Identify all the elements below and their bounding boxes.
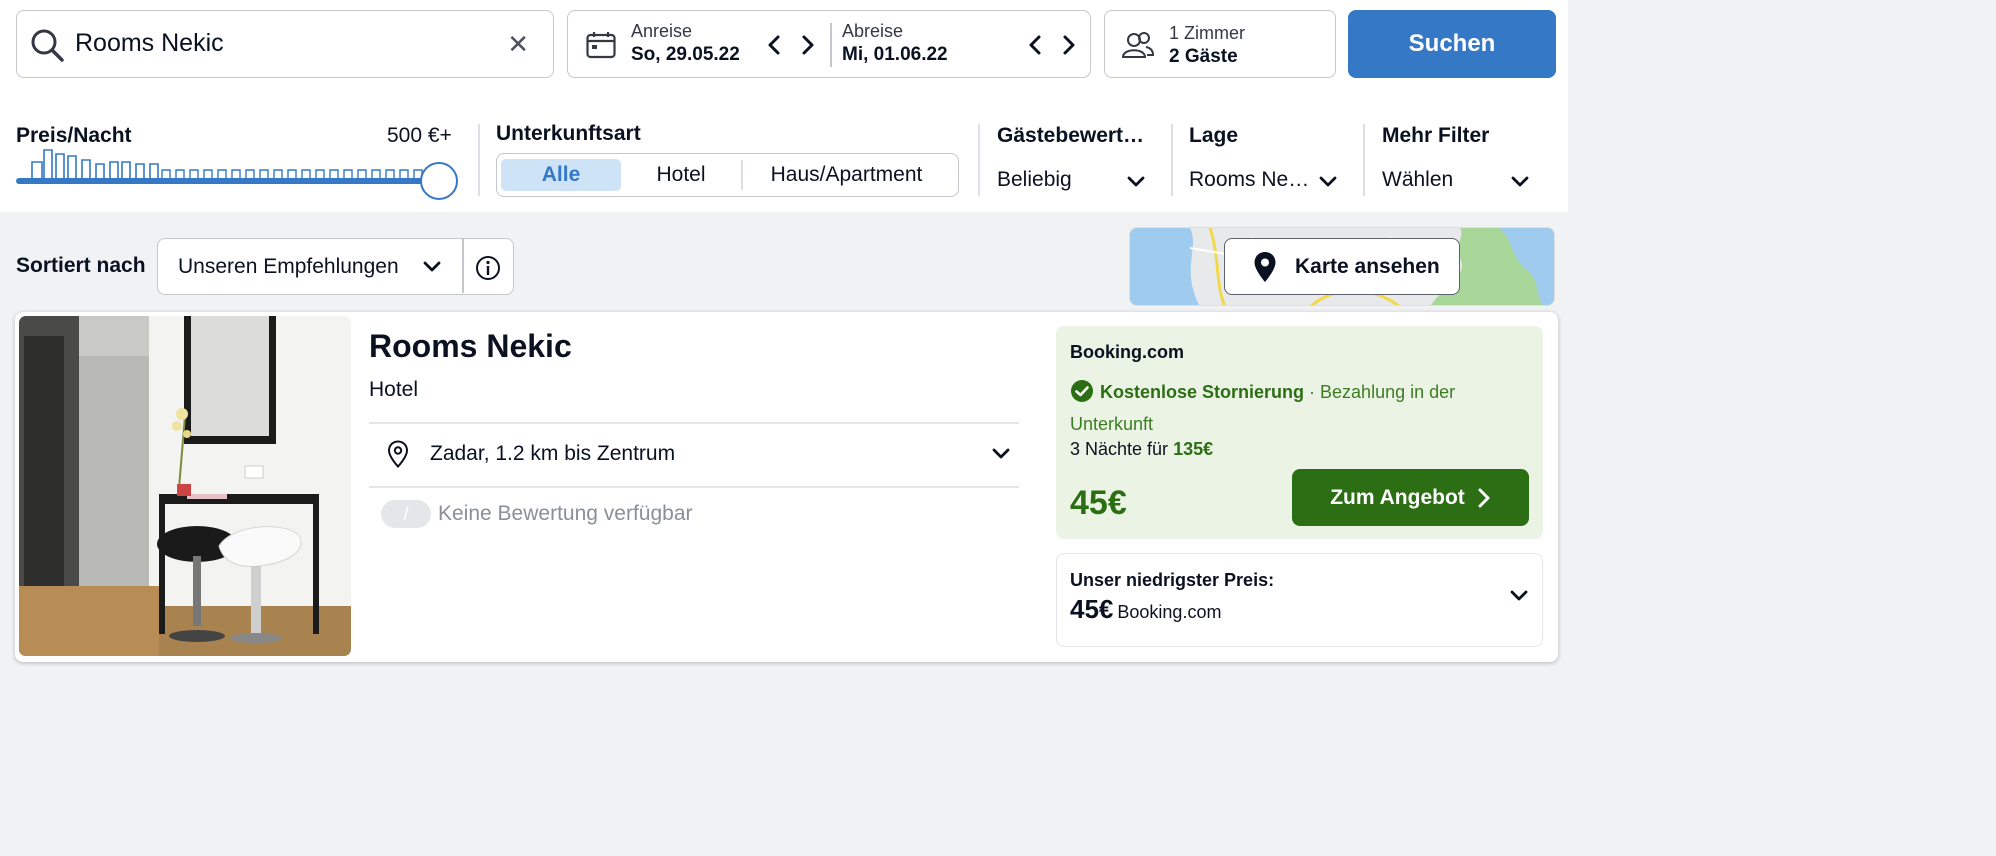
chevron-down-icon[interactable] [991, 444, 1011, 464]
more-filters-title: Mehr Filter [1382, 124, 1490, 147]
price-slider-track[interactable] [16, 178, 440, 184]
guests-count: 2 Gäste [1169, 46, 1238, 67]
checkin-next-icon[interactable] [796, 34, 818, 56]
sort-divider [462, 239, 464, 293]
type-option-hotel[interactable]: Hotel [621, 159, 741, 191]
chevron-right-icon [1478, 488, 1490, 507]
checkout-prev-icon[interactable] [1025, 34, 1047, 56]
calendar-icon [586, 31, 616, 64]
info-icon[interactable] [475, 255, 501, 281]
rating-filter-value[interactable]: Beliebig [997, 168, 1072, 192]
filter-divider [978, 124, 980, 196]
sort-dropdown[interactable]: Unseren Empfehlungen [157, 238, 514, 295]
clear-icon[interactable]: ✕ [507, 31, 529, 57]
more-filters-value[interactable]: Wählen [1382, 168, 1453, 192]
location-filter-value[interactable]: Rooms Ne… [1189, 168, 1309, 192]
nights-total-price: 135€ [1173, 439, 1214, 459]
nights-prefix: 3 Nächte für [1070, 439, 1174, 459]
chevron-down-icon[interactable] [1318, 172, 1338, 192]
nights-total: 3 Nächte für 135€ [1070, 439, 1213, 460]
rating-badge: / [381, 500, 431, 528]
checkout-value: Mi, 01.06.22 [842, 44, 948, 65]
checkin[interactable]: Anreise So, 29.05.22 [631, 21, 740, 66]
hotel-result-card[interactable]: Rooms Nekic Hotel Zadar, 1.2 km bis Zent… [15, 312, 1558, 662]
lowest-price-label: Unser niedrigster Preis: [1070, 570, 1275, 590]
checkout[interactable]: Abreise Mi, 01.06.22 [842, 21, 948, 66]
filter-divider [1363, 124, 1365, 196]
price-max-value: 500 €+ [387, 124, 452, 147]
users-icon [1121, 31, 1155, 64]
lowest-price: 45€ Booking.com [1070, 594, 1221, 625]
location-row[interactable]: Zadar, 1.2 km bis Zentrum [369, 422, 1019, 486]
filter-divider [478, 124, 480, 196]
location-filter-title: Lage [1189, 124, 1239, 147]
lowest-price-provider: Booking.com [1117, 602, 1222, 622]
rating-filter-title: Gästebewert… [997, 124, 1145, 147]
view-map-button[interactable]: Karte ansehen [1224, 238, 1460, 295]
lowest-price-box[interactable]: Unser niedrigster Preis: 45€ Booking.com [1056, 553, 1543, 647]
cancellation-info: Kostenlose Stornierung · Bezahlung in de… [1070, 376, 1520, 440]
location-text: Zadar, 1.2 km bis Zentrum [430, 442, 676, 465]
chevron-down-icon[interactable] [1126, 172, 1146, 192]
deal-price: 45€ [1070, 484, 1127, 522]
checkin-value: So, 29.05.22 [631, 44, 740, 65]
chevron-down-icon[interactable] [1510, 172, 1530, 192]
check-circle-icon [1071, 380, 1093, 402]
checkout-label: Abreise [842, 21, 904, 41]
sort-value: Unseren Empfehlungen [178, 255, 399, 278]
sort-label: Sortiert nach [16, 254, 146, 277]
deal-box[interactable]: Booking.com Kostenlose Stornierung · Bez… [1056, 326, 1543, 539]
lowest-price-value: 45€ [1070, 594, 1114, 624]
filter-divider [1171, 124, 1173, 196]
search-button[interactable]: Suchen [1348, 10, 1556, 78]
search-input[interactable]: Rooms Nekic [75, 29, 224, 58]
type-option-apartment[interactable]: Haus/Apartment [743, 159, 951, 191]
date-divider [830, 23, 832, 67]
divider [369, 486, 1019, 488]
date-picker[interactable]: Anreise So, 29.05.22 Abreise Mi, 01.06.2… [567, 10, 1091, 78]
location-pin-icon [387, 440, 409, 473]
hotel-type: Hotel [369, 378, 419, 401]
view-map-label: Karte ansehen [1295, 255, 1440, 278]
view-deal-button[interactable]: Zum Angebot [1292, 469, 1529, 526]
hotel-name[interactable]: Rooms Nekic [369, 328, 572, 365]
free-cancellation: Kostenlose Stornierung [1100, 382, 1305, 402]
rating-text: Keine Bewertung verfügbar [438, 502, 693, 525]
type-option-all[interactable]: Alle [501, 159, 621, 191]
deal-provider: Booking.com [1070, 342, 1185, 362]
chevron-down-icon[interactable] [422, 257, 442, 277]
price-filter-title: Preis/Nacht [16, 124, 132, 147]
checkout-next-icon[interactable] [1057, 34, 1079, 56]
checkin-label: Anreise [631, 21, 693, 41]
price-slider-handle[interactable] [420, 162, 458, 200]
chevron-down-icon[interactable] [1509, 586, 1529, 606]
rooms-count: 1 Zimmer [1169, 23, 1245, 43]
type-segmented-control: Alle Hotel Haus/Apartment [496, 153, 959, 197]
search-field[interactable]: Rooms Nekic ✕ [16, 10, 554, 78]
hotel-photo[interactable] [19, 316, 351, 656]
checkin-prev-icon[interactable] [764, 34, 786, 56]
map-pin-icon [1253, 251, 1277, 289]
search-icon [29, 27, 65, 68]
price-histogram [31, 149, 423, 178]
view-deal-label: Zum Angebot [1330, 485, 1465, 509]
search-header: Rooms Nekic ✕ Anreise So, 29.05.22 Abrei… [0, 0, 1568, 212]
type-filter-title: Unterkunftsart [496, 122, 641, 145]
guests-selector[interactable]: 1 Zimmer 2 Gäste [1104, 10, 1336, 78]
